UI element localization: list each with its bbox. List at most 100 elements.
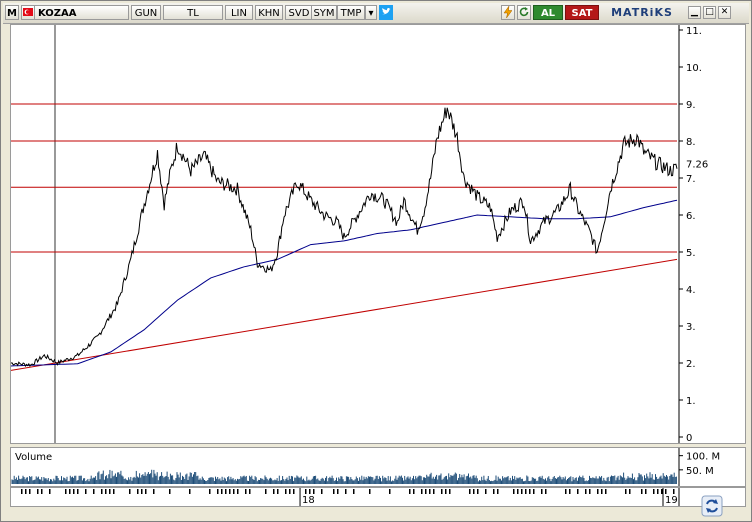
date-tick-mark	[309, 489, 311, 494]
date-tick-mark	[225, 489, 227, 494]
sync-icon[interactable]	[701, 495, 723, 517]
date-tick-mark	[113, 489, 115, 494]
date-tick-mark	[445, 489, 447, 494]
y-tick-label: 7.	[686, 174, 696, 185]
lightning-icon[interactable]	[501, 5, 515, 20]
date-tick-mark	[429, 489, 431, 494]
date-axis-svg: 18 19	[21, 488, 680, 506]
price-chart[interactable]: 0 1. 2. 3. 4. 5. 6. 7. 8. 9. 10. 11. 7.26	[10, 25, 745, 444]
svd-button[interactable]: SVD	[285, 5, 313, 20]
price-chart-panel[interactable]: 0 1. 2. 3. 4. 5. 6. 7. 8. 9. 10. 11. 7.26	[10, 24, 746, 444]
y-tick-label: 0	[686, 433, 692, 443]
brand-label: MATRiKS	[611, 6, 673, 19]
minimize-icon[interactable]: ▁	[688, 6, 701, 19]
close-icon[interactable]: ✕	[718, 6, 731, 19]
date-tick-mark	[345, 489, 347, 494]
tmp-button[interactable]: TMP	[337, 5, 365, 20]
date-tick-mark	[409, 489, 411, 494]
date-tick-mark	[601, 489, 603, 494]
y-tick-label: 11.	[686, 26, 702, 37]
date-tick-mark	[525, 489, 527, 494]
trendline	[10, 258, 678, 371]
date-tick-mark	[645, 489, 647, 494]
symbol-field[interactable]: KOZAA	[34, 5, 129, 20]
matriks-logo: M	[5, 5, 19, 20]
date-tick-mark	[653, 489, 655, 494]
price-line	[10, 107, 678, 368]
date-tick-mark	[517, 489, 519, 494]
sym-button[interactable]: SYM	[311, 5, 337, 20]
date-tick-mark	[21, 489, 23, 494]
moving-average-line	[10, 199, 678, 367]
date-tick-mark	[485, 489, 487, 494]
date-tick-mark	[37, 489, 39, 494]
date-tick-mark	[657, 489, 659, 494]
y-tick-label: 8.	[686, 137, 696, 148]
date-tick-mark	[189, 489, 191, 494]
date-tick-mark	[477, 489, 479, 494]
volume-label: Volume	[15, 452, 52, 463]
date-tick-mark	[25, 489, 27, 494]
date-tick-mark	[589, 489, 591, 494]
period-button[interactable]: GUN	[131, 5, 161, 20]
sell-button[interactable]: SAT	[565, 5, 599, 20]
date-tick-mark	[545, 489, 547, 494]
date-tick-mark	[49, 489, 51, 494]
volume-panel[interactable]: Volume 100. M 50. M	[10, 447, 746, 487]
refresh-icon[interactable]	[517, 5, 531, 20]
date-tick-mark	[521, 489, 523, 494]
date-axis: 18 19	[10, 487, 746, 507]
buy-button[interactable]: AL	[533, 5, 563, 20]
date-tick-mark	[369, 489, 371, 494]
date-tick-mark	[469, 489, 471, 494]
maximize-icon[interactable]: □	[703, 6, 716, 19]
dropdown-arrow-icon[interactable]: ▾	[365, 5, 377, 20]
date-tick-mark	[337, 489, 339, 494]
currency-button[interactable]: TL	[163, 5, 223, 20]
y-tick-label: 4.	[686, 285, 696, 296]
y-tick-label: 3.	[686, 322, 696, 333]
date-tick-mark	[585, 489, 587, 494]
flag-icon[interactable]	[21, 5, 35, 20]
date-tick-mark	[313, 489, 315, 494]
date-tick-mark	[577, 489, 579, 494]
year-label: 18	[302, 495, 315, 506]
date-tick-mark	[153, 489, 155, 494]
khn-button[interactable]: KHN	[255, 5, 283, 20]
app-window: M KOZAA GUN TL LIN KHN SVD SYM TMP ▾ AL …	[0, 0, 752, 522]
lin-button[interactable]: LIN	[225, 5, 253, 20]
date-tick-mark	[541, 489, 543, 494]
date-tick-mark	[145, 489, 147, 494]
date-tick-mark	[85, 489, 87, 494]
date-tick-mark	[265, 489, 267, 494]
date-tick-mark	[229, 489, 231, 494]
date-tick-mark	[425, 489, 427, 494]
date-tick-mark	[41, 489, 43, 494]
date-tick-mark	[321, 489, 323, 494]
date-tick-mark	[233, 489, 235, 494]
date-tick-mark	[69, 489, 71, 494]
date-tick-mark	[389, 489, 391, 494]
date-tick-mark	[673, 489, 675, 494]
toolbar: M KOZAA GUN TL LIN KHN SVD SYM TMP ▾ AL …	[3, 3, 749, 24]
date-tick-mark	[293, 489, 295, 494]
year-label: 19	[665, 495, 678, 506]
y-tick-label: 2.	[686, 359, 696, 370]
date-tick-mark	[77, 489, 79, 494]
date-tick-mark	[421, 489, 423, 494]
y-tick-label: 1.	[686, 396, 696, 407]
date-tick-mark	[513, 489, 515, 494]
date-tick-mark	[209, 489, 211, 494]
volume-chart[interactable]: Volume 100. M 50. M	[11, 448, 745, 486]
date-tick-mark	[629, 489, 631, 494]
date-tick-mark	[249, 489, 251, 494]
date-tick-mark	[661, 489, 663, 494]
date-tick-mark	[109, 489, 111, 494]
twitter-icon[interactable]	[379, 5, 393, 20]
date-tick-mark	[433, 489, 435, 494]
date-tick-mark	[625, 489, 627, 494]
date-tick-mark	[29, 489, 31, 494]
date-tick-mark	[93, 489, 95, 494]
date-tick-mark	[305, 489, 307, 494]
volume-tick-label: 50. M	[686, 466, 714, 477]
